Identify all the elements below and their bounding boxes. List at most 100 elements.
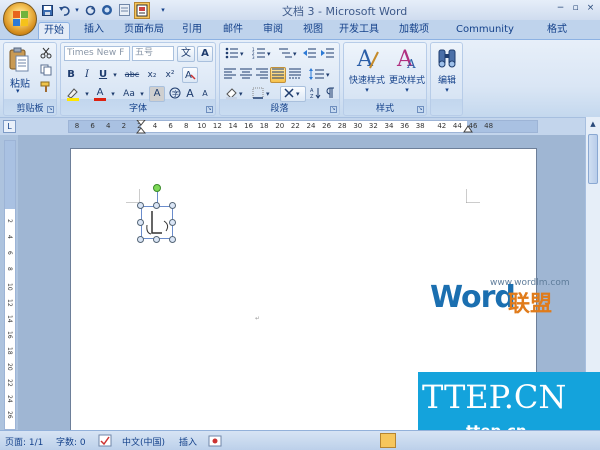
decrease-indent-icon[interactable] (301, 46, 318, 62)
justify-icon[interactable] (270, 67, 286, 83)
tab-home[interactable]: 开始 (38, 22, 70, 39)
font-launcher-icon[interactable]: ↘ (206, 106, 213, 113)
tab-review[interactable]: 审阅 (259, 22, 287, 39)
highlight-chevron-icon[interactable]: ▾ (83, 86, 91, 102)
shrink-font-button[interactable]: A (198, 86, 212, 102)
strikethrough-button[interactable]: abc (122, 67, 142, 83)
svg-text:▾: ▾ (296, 90, 300, 98)
customize-qat-icon[interactable]: ▾ (159, 3, 167, 17)
bold-button[interactable]: B (64, 67, 78, 83)
align-left-icon[interactable] (222, 67, 237, 83)
resize-handle[interactable] (169, 219, 176, 226)
superscript-button[interactable]: x² (162, 67, 178, 83)
numbering-icon[interactable]: 1 2 3 ▾ (249, 46, 275, 62)
status-words[interactable]: 字数: 0 (56, 435, 86, 448)
maximize-icon[interactable]: ▫ (569, 2, 582, 15)
subscript-button[interactable]: x₂ (144, 67, 160, 83)
print-preview-icon[interactable] (100, 3, 114, 17)
tab-format[interactable]: 格式 (542, 22, 572, 39)
right-indent-marker-icon[interactable] (463, 124, 473, 133)
chinese-layout-icon[interactable]: ▾ (280, 86, 306, 102)
status-insert-mode[interactable]: 插入 (179, 435, 197, 448)
change-case-chevron-icon[interactable]: ▾ (138, 86, 146, 102)
scroll-thumb[interactable] (588, 134, 598, 184)
format-painter-icon[interactable] (38, 80, 54, 96)
bullets-icon[interactable]: ▾ (222, 46, 248, 62)
paste-button[interactable]: 粘贴 ▾ (8, 47, 32, 95)
indent-marker-icon[interactable] (136, 120, 146, 134)
tab-community-clips[interactable]: Community Clips (444, 22, 526, 51)
macro-record-icon[interactable] (208, 435, 222, 447)
resize-handle[interactable] (137, 202, 144, 209)
dropdown-chevron-icon[interactable]: ▾ (74, 3, 80, 17)
object-glyph-icon (146, 211, 169, 235)
change-case-button[interactable]: Aa (120, 86, 138, 102)
status-page[interactable]: 页面: 1/1 (5, 435, 43, 448)
resize-handle[interactable] (153, 202, 160, 209)
vertical-ruler[interactable]: 2 4 6 8 10 12 14 16 18 20 22 24 26 (4, 140, 16, 430)
enclose-char-icon[interactable]: 字 (167, 86, 183, 102)
close-icon[interactable]: × (584, 2, 597, 15)
status-language[interactable]: 中文(中国) (122, 435, 165, 448)
tab-developer[interactable]: 开发工具 (336, 22, 382, 39)
tab-references[interactable]: 引用 (178, 22, 206, 39)
office-button[interactable] (3, 2, 37, 36)
font-color-button[interactable]: A (92, 86, 108, 102)
increase-indent-icon[interactable] (319, 46, 336, 62)
tab-view[interactable]: 视图 (299, 22, 327, 39)
underline-button[interactable]: U (96, 67, 110, 83)
tab-insert[interactable]: 插入 (80, 22, 108, 39)
cut-icon[interactable] (38, 46, 54, 62)
italic-button[interactable]: I (80, 67, 94, 83)
font-size-input[interactable]: 五号 (132, 46, 174, 61)
resize-handle[interactable] (153, 236, 160, 243)
editing-button[interactable]: 编辑 ▾ (433, 46, 461, 96)
resize-handle[interactable] (137, 236, 144, 243)
show-marks-icon[interactable] (323, 86, 337, 102)
clear-format-icon[interactable]: A (182, 67, 198, 83)
margin-corner-mark-icon (126, 189, 140, 203)
quick-styles-button[interactable]: A 快速样式 ▾ (348, 46, 386, 94)
styles-launcher-icon[interactable]: ↘ (417, 106, 424, 113)
char-border-button[interactable]: A (197, 46, 213, 62)
save-icon[interactable] (40, 3, 54, 17)
tab-page-layout[interactable]: 页面布局 (121, 22, 167, 39)
distributed-icon[interactable] (287, 67, 302, 83)
clipboard-launcher-icon[interactable]: ↘ (47, 106, 54, 113)
wen-phonetic-button[interactable]: 文 (177, 46, 195, 62)
scroll-up-icon[interactable]: ▲ (586, 117, 600, 131)
proofing-icon[interactable] (98, 434, 112, 447)
document-icon[interactable] (117, 3, 131, 17)
multilevel-list-icon[interactable]: ▾ (276, 46, 300, 62)
paragraph-launcher-icon[interactable]: ↘ (330, 106, 337, 113)
grow-font-button[interactable]: A (183, 86, 197, 102)
ruler-tick-label: 24 (306, 122, 316, 130)
horizontal-ruler[interactable]: 8 6 4 2 2 4 6 8 10 12 14 16 18 20 22 24 26 28 30 32 34 36 38 42… (68, 120, 538, 134)
underline-chevron-icon[interactable]: ▾ (111, 67, 119, 83)
change-styles-button[interactable]: A A 更改样式 ▾ (388, 46, 426, 94)
borders-icon[interactable]: ▾ (249, 86, 275, 102)
rotation-handle[interactable] (153, 184, 161, 192)
highlight-icon[interactable] (64, 86, 82, 102)
resize-handle[interactable] (169, 236, 176, 243)
shading-icon[interactable]: ▾ (222, 86, 248, 102)
sort-icon[interactable]: AZ (308, 86, 322, 102)
char-shading-button[interactable]: A (149, 86, 165, 102)
vruler-tick-label: 22 (6, 379, 13, 387)
insert-object-icon[interactable] (134, 1, 150, 19)
redo-icon[interactable] (83, 3, 97, 17)
tab-selector-icon[interactable]: L (3, 120, 16, 133)
line-spacing-icon[interactable]: ▾ (306, 67, 334, 83)
resize-handle[interactable] (137, 219, 144, 226)
font-name-input[interactable]: Times New F (64, 46, 130, 61)
tab-addins[interactable]: 加载项 (395, 22, 433, 39)
align-right-icon[interactable] (254, 67, 269, 83)
undo-icon[interactable] (57, 3, 71, 17)
copy-icon[interactable] (38, 63, 54, 79)
font-color-chevron-icon[interactable]: ▾ (109, 86, 117, 102)
tab-mailings[interactable]: 邮件 (219, 22, 247, 39)
view-print-layout-icon[interactable] (380, 433, 396, 448)
resize-handle[interactable] (169, 202, 176, 209)
minimize-icon[interactable]: − (554, 2, 567, 15)
align-center-icon[interactable] (238, 67, 253, 83)
